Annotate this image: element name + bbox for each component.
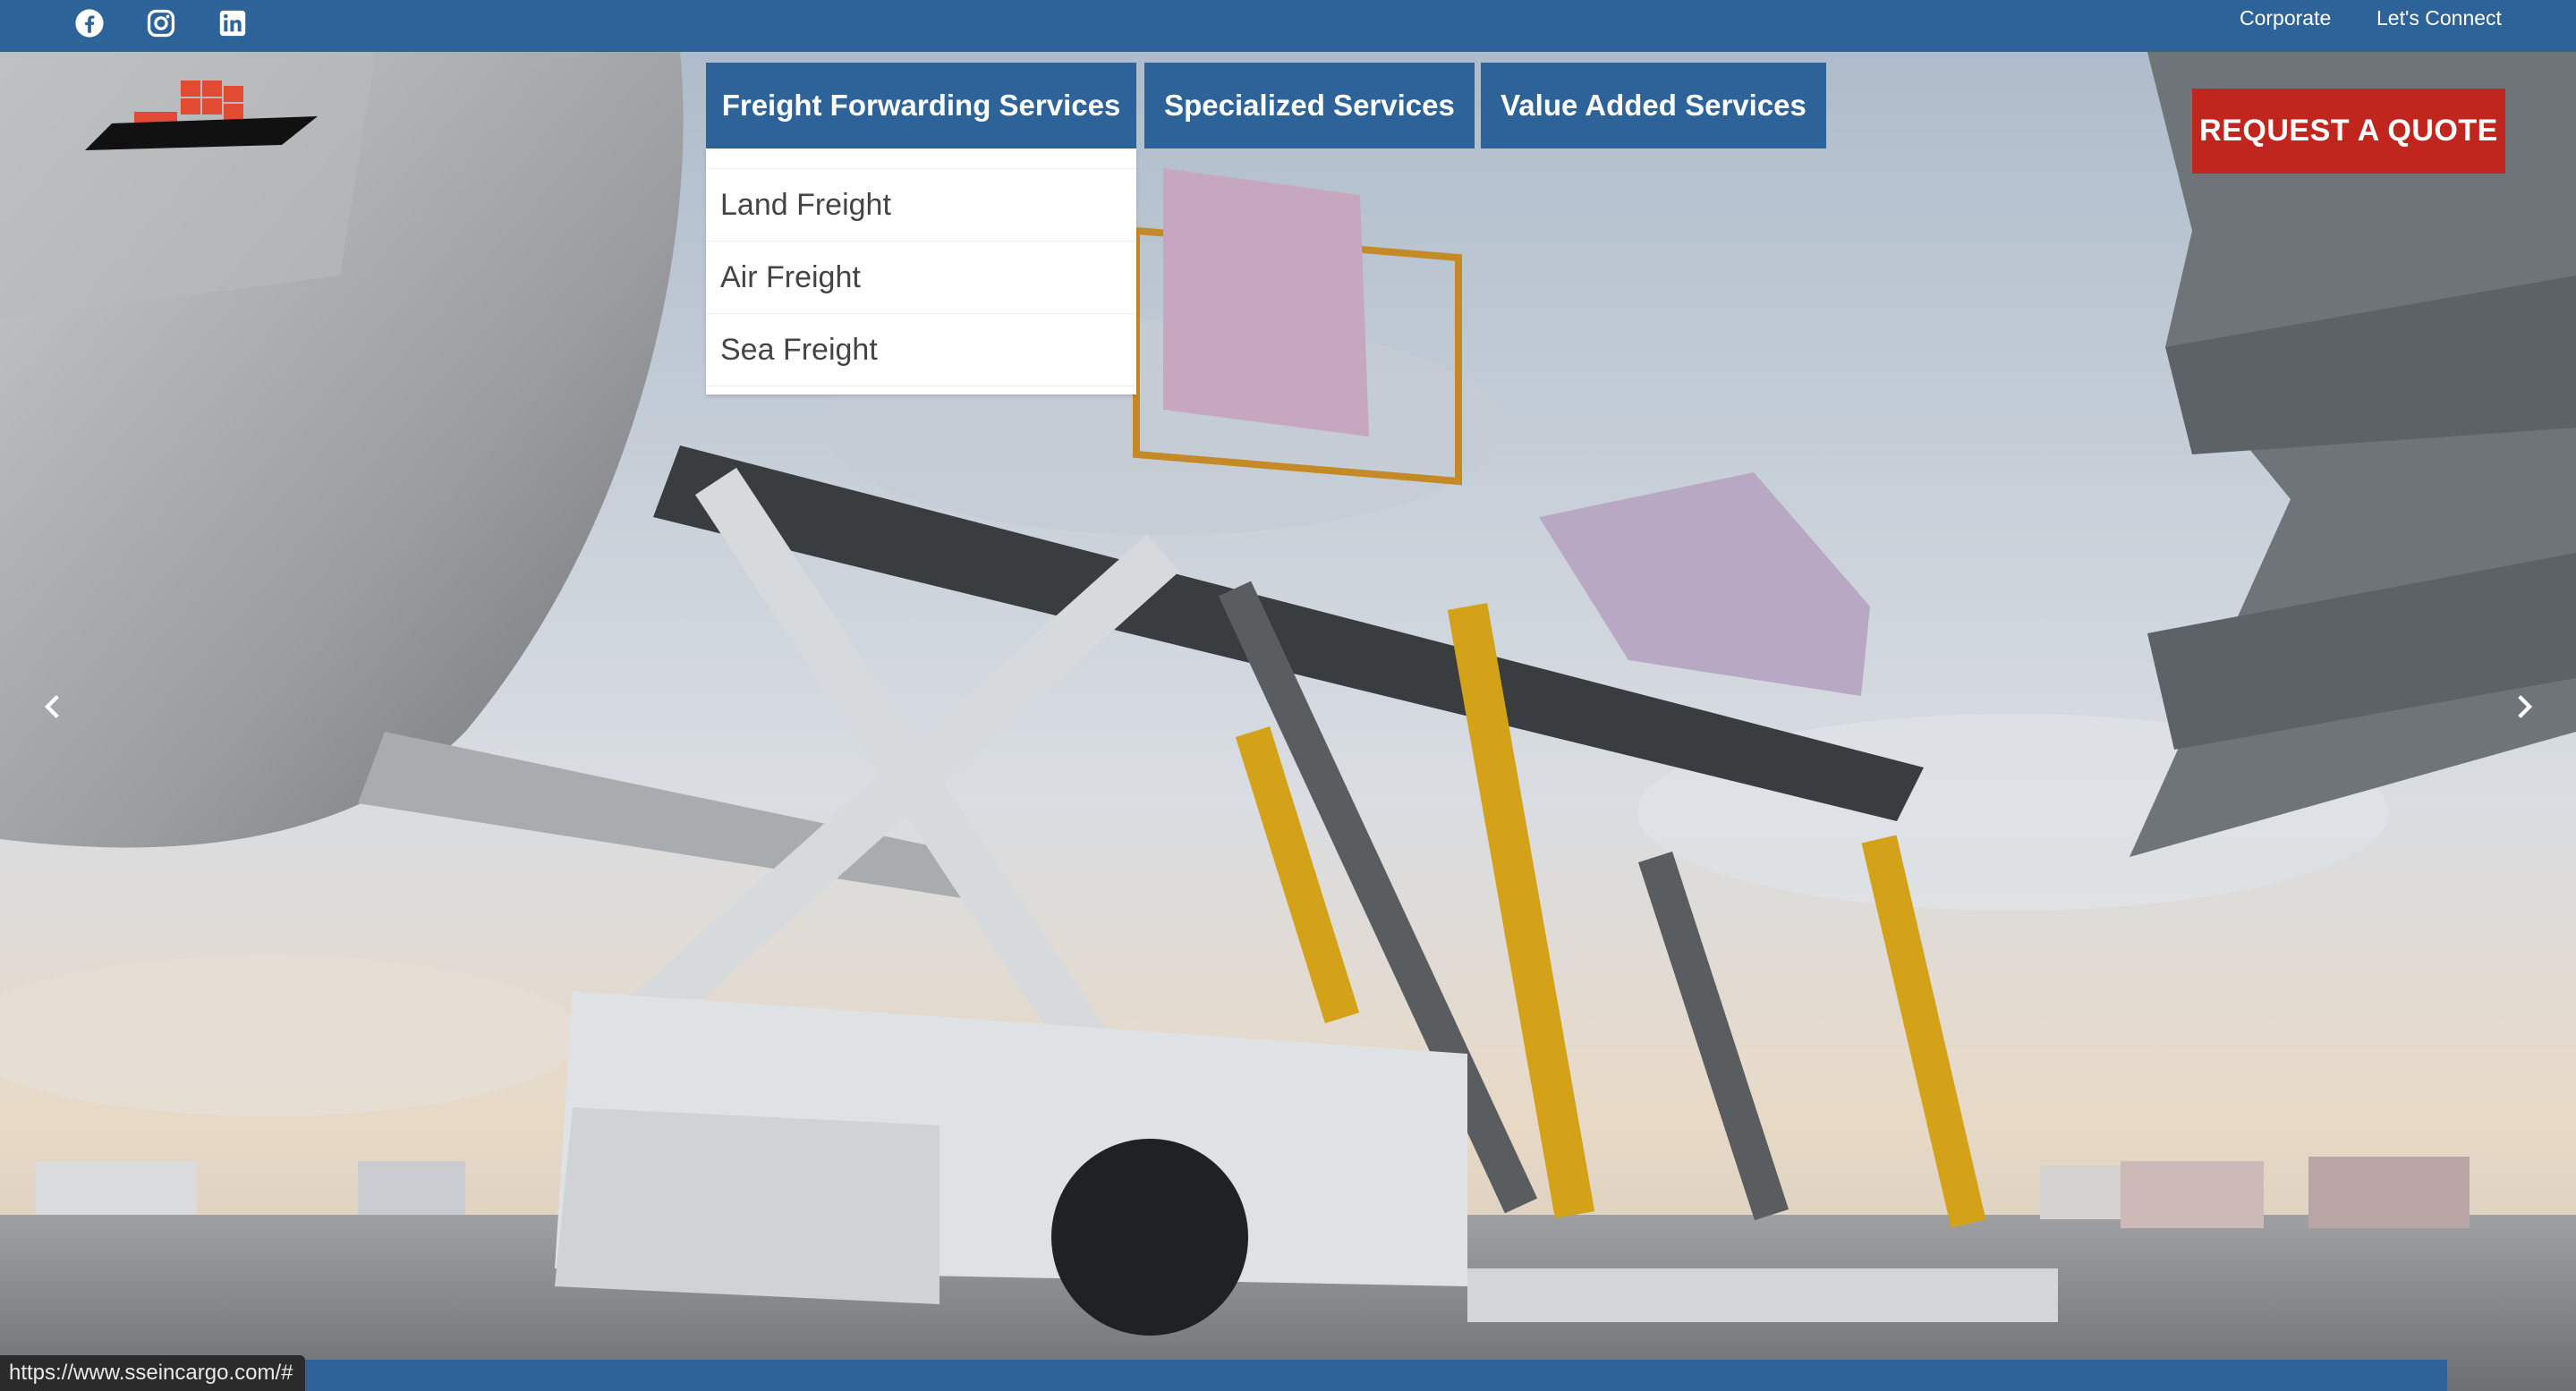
nav-value-added-services[interactable]: Value Added Services: [1481, 63, 1826, 148]
request-quote-button[interactable]: REQUEST A QUOTE: [2192, 89, 2505, 174]
dropdown-item-sea-freight[interactable]: Sea Freight: [706, 314, 1136, 386]
instagram-icon[interactable]: [143, 5, 179, 41]
lets-connect-link[interactable]: Let's Connect: [2376, 4, 2502, 31]
browser-status-url: https://www.sseincargo.com/#: [0, 1355, 306, 1391]
corporate-link[interactable]: Corporate: [2240, 4, 2331, 31]
chevron-right-icon[interactable]: [2501, 684, 2546, 729]
hero-carousel: [0, 52, 2576, 1391]
freight-forwarding-dropdown: Land Freight Air Freight Sea Freight: [706, 148, 1136, 394]
hero-image: [0, 52, 2576, 1391]
company-logo[interactable]: [76, 63, 327, 161]
chevron-left-icon[interactable]: [31, 684, 76, 729]
linkedin-icon[interactable]: [215, 5, 251, 41]
dropdown-item-air-freight[interactable]: Air Freight: [706, 242, 1136, 314]
nav-specialized-services[interactable]: Specialized Services: [1144, 63, 1475, 148]
top-bar: Corporate Let's Connect: [0, 0, 2576, 52]
facebook-icon[interactable]: [72, 5, 107, 41]
dropdown-item-land-freight[interactable]: Land Freight: [706, 168, 1136, 242]
bottom-bar: [0, 1360, 2447, 1391]
nav-freight-forwarding-services[interactable]: Freight Forwarding Services: [706, 63, 1136, 148]
